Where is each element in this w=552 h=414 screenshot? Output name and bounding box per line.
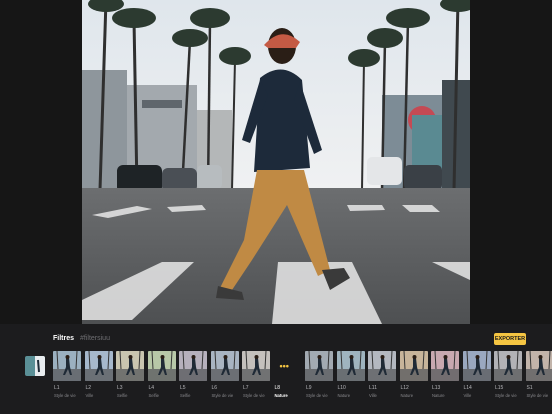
filter-item-l14[interactable]: L14 Ville xyxy=(462,351,491,411)
filter-thumbnail xyxy=(179,351,207,381)
filter-category: Style de vie xyxy=(526,393,549,398)
filter-item-l6[interactable]: L6 Style de vie xyxy=(210,351,239,411)
filter-code: L4 xyxy=(148,385,155,391)
panel-hashtag[interactable]: #filtersiuu xyxy=(80,335,110,342)
filter-code: L15 xyxy=(495,385,504,391)
filter-code: L8 xyxy=(274,385,281,391)
filter-thumbnail xyxy=(84,351,113,381)
filter-item-l5[interactable]: L5 Selfie xyxy=(179,351,207,411)
filter-item-l13[interactable]: L13 Nature xyxy=(431,351,459,411)
filter-category: Nature xyxy=(400,393,414,398)
filter-category: Style de vie xyxy=(306,393,328,398)
filter-code: L11 xyxy=(369,385,377,391)
filter-code: L9 xyxy=(306,385,312,391)
filter-code: L14 xyxy=(463,385,472,391)
filter-thumbnail xyxy=(305,351,333,381)
filter-category: Style de vie xyxy=(211,393,234,398)
filter-item-l2[interactable]: L2 Ville xyxy=(84,351,113,411)
filter-code: L7 xyxy=(243,385,249,391)
filter-category: Nature xyxy=(337,393,351,398)
filter-item-l12[interactable]: L12 Nature xyxy=(399,351,428,411)
filter-item-l11[interactable]: L11 Ville xyxy=(368,351,396,411)
filter-thumbnail xyxy=(210,351,239,381)
filter-category: Style de vie xyxy=(243,393,265,398)
original-thumbnail[interactable] xyxy=(25,356,45,376)
filter-item-l1[interactable]: L1 Style de vie xyxy=(53,351,81,411)
filter-thumbnail xyxy=(494,351,522,381)
filter-item-l8[interactable]: ••• L8 Nature xyxy=(274,351,302,411)
filter-category: Ville xyxy=(369,393,377,398)
filter-category: Nature xyxy=(274,393,288,398)
filter-thumbnail xyxy=(242,351,270,381)
filter-code: L13 xyxy=(432,385,441,391)
filter-thumbnail xyxy=(368,351,396,381)
filter-code: L5 xyxy=(180,385,186,391)
filter-item-s1[interactable]: S1 Style de vie xyxy=(525,351,552,411)
filter-category: Style de vie xyxy=(54,393,76,398)
filter-code: L2 xyxy=(85,385,92,391)
filter-thumbnail xyxy=(431,351,459,381)
filter-item-l10[interactable]: L10 Nature xyxy=(336,351,365,411)
filter-thumbnail xyxy=(462,351,491,381)
filter-code: L10 xyxy=(337,385,346,391)
filter-category: Nature xyxy=(432,393,445,398)
filter-strip[interactable]: L1 Style de vie L2 Ville L3 Selfie L4 Selfie L5 S… xyxy=(53,351,552,411)
filter-category: Style de vie xyxy=(495,393,517,398)
filter-code: S1 xyxy=(526,385,533,391)
filter-code: L12 xyxy=(400,385,409,391)
filter-thumbnail xyxy=(53,351,81,381)
filter-thumbnail xyxy=(147,351,176,381)
filter-code: L6 xyxy=(211,385,218,391)
filter-thumbnail xyxy=(399,351,428,381)
filter-category: Ville xyxy=(85,393,94,398)
filter-item-l9[interactable]: L9 Style de vie xyxy=(305,351,333,411)
panel-title: Filtres xyxy=(53,335,75,342)
filter-item-l4[interactable]: L4 Selfie xyxy=(147,351,176,411)
filter-category: Selfie xyxy=(117,393,128,398)
more-options-icon[interactable]: ••• xyxy=(280,361,289,371)
filter-panel: Filtres #filtersiuu EXPORTER L1 Style de … xyxy=(0,324,552,414)
filter-thumbnail xyxy=(116,351,144,381)
filter-thumbnail xyxy=(525,351,552,381)
photo-canvas-area xyxy=(0,0,552,324)
filter-code: L3 xyxy=(117,385,123,391)
filter-category: Selfie xyxy=(180,393,191,398)
filter-thumbnail xyxy=(336,351,365,381)
edited-photo[interactable] xyxy=(82,0,470,324)
filter-item-l15[interactable]: L15 Style de vie xyxy=(494,351,522,411)
filter-code: L1 xyxy=(54,385,60,391)
filter-item-l7[interactable]: L7 Style de vie xyxy=(242,351,270,411)
filter-item-l3[interactable]: L3 Selfie xyxy=(116,351,144,411)
filter-category: Ville xyxy=(463,393,472,398)
export-button[interactable]: EXPORTER xyxy=(494,333,526,345)
filter-category: Selfie xyxy=(148,393,159,398)
